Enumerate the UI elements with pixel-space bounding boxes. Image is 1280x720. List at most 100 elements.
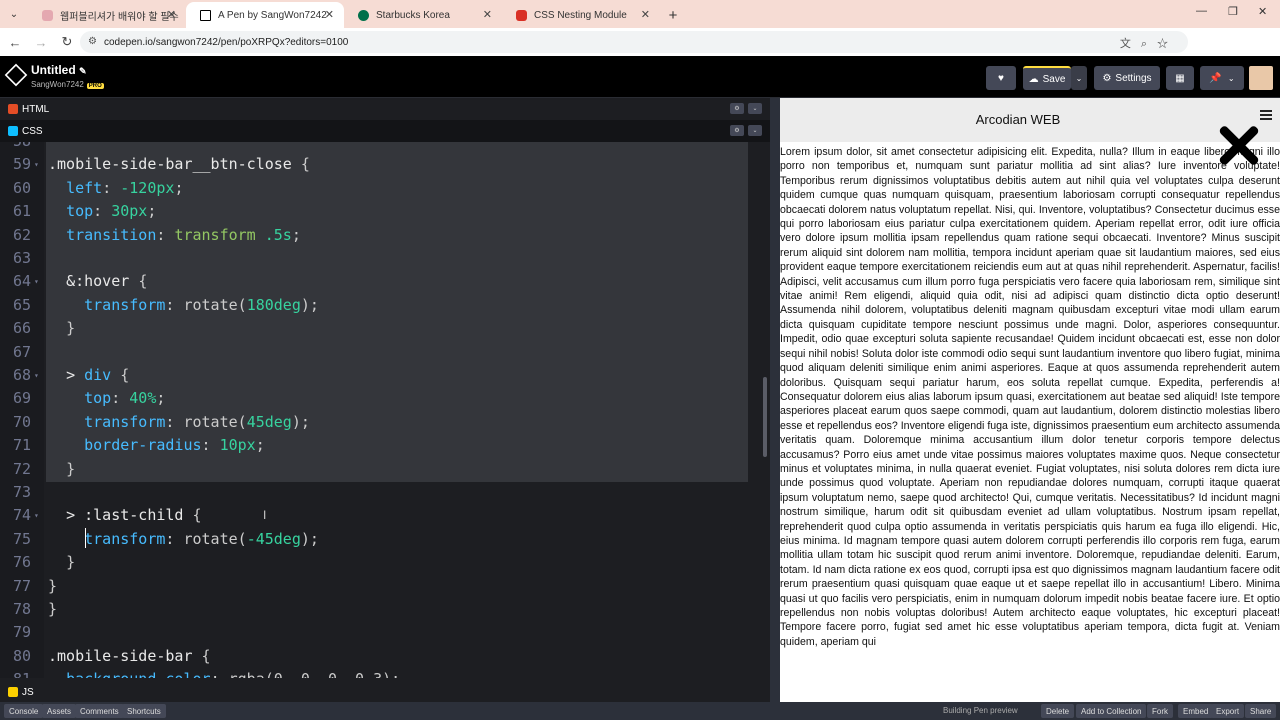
export-button[interactable]: Export [1211,704,1245,718]
code-text: transform: rotate(-45deg); [84,529,319,548]
js-icon [8,687,18,697]
code-line[interactable]: 72 } [0,458,760,481]
code-line[interactable]: 78} [0,598,760,621]
code-line[interactable]: 71 border-radius: 10px; [0,434,760,457]
zoom-icon[interactable]: ⌕ [1141,38,1157,50]
code-line[interactable]: 62 transition: transform .5s; [0,224,760,247]
code-text: } [66,319,76,338]
editor-scrollbar[interactable] [763,377,767,457]
code-line[interactable]: 76 } [0,551,760,574]
code-line[interactable]: 67 [0,341,760,364]
comments-button[interactable]: Comments [75,704,124,718]
css-code-area[interactable]: 5859▾.mobile-side-bar__btn-close {60 lef… [0,142,770,678]
code-line[interactable]: 69 top: 40%; [0,387,760,410]
codepen-footer: Console Assets Comments Shortcuts Buildi… [0,702,1280,720]
fork-button[interactable]: Fork [1147,704,1173,718]
tab-search-icon[interactable]: ⌄ [0,0,28,28]
code-line[interactable]: 64 ▾ &:hover { [0,270,760,293]
fold-arrow-icon[interactable]: ▾ [34,504,39,527]
reload-icon[interactable]: ↻ [56,34,78,50]
code-line[interactable]: 65 transform: rotate(180deg); [0,294,760,317]
preview-body-text: Lorem ipsum dolor, sit amet consectetur … [780,146,1280,648]
js-pane-label: JS [22,686,34,698]
code-line[interactable]: 74 ▾ > :last-child { [0,504,760,527]
forward-icon[interactable]: → [30,35,52,50]
code-line[interactable]: 63 [0,247,760,270]
shortcuts-button[interactable]: Shortcuts [122,704,166,718]
code-line[interactable]: 75 transform: rotate(-45deg); [0,528,760,551]
settings-button[interactable]: ⚙ Settings [1094,66,1160,90]
codepen-logo-icon[interactable] [4,63,28,87]
share-button[interactable]: Share [1245,704,1277,718]
css-pane-header[interactable]: CSS ⚙ ⌄ [0,120,770,142]
browser-tab[interactable]: 웹퍼블리셔가 배워야 할 필수 ✕ [28,2,186,28]
close-icon[interactable]: ✕ [167,8,176,21]
back-icon[interactable]: ← [4,35,26,50]
code-line[interactable]: 60 left: -120px; [0,177,760,200]
save-button[interactable]: ☁ Save [1023,66,1071,90]
avatar[interactable] [1249,66,1273,90]
browser-tab[interactable]: CSS Nesting Module ✕ [502,2,660,28]
pane-collapse-icon[interactable]: ⌄ [748,125,762,136]
code-line[interactable]: 79 [0,621,760,644]
console-button[interactable]: Console [4,704,44,718]
new-tab-icon[interactable]: + [660,2,686,28]
browser-tab[interactable]: Starbucks Korea ✕ [344,2,502,28]
pane-collapse-icon[interactable]: ⌄ [748,103,762,114]
save-options-dropdown[interactable]: ⌄ [1071,66,1087,90]
close-icon[interactable]: ✕ [325,8,334,21]
pane-settings-icon[interactable]: ⚙ [730,103,744,114]
pen-title[interactable]: Untitled ✎ [31,63,87,77]
delete-button[interactable]: Delete [1041,704,1075,718]
bookmark-star-icon[interactable]: ☆ [1157,38,1178,50]
site-info-icon[interactable]: ⚙ [88,36,97,47]
code-line[interactable]: 80 .mobile-side-bar { [0,645,760,668]
code-text: border-radius: 10px; [84,436,265,455]
assets-button[interactable]: Assets [42,704,77,718]
line-number: 61 [12,202,31,221]
love-button[interactable]: ♥ [986,66,1016,90]
code-line[interactable]: 68 ▾ > div { [0,364,760,387]
url-text: codepen.io/sangwon7242/pen/poXRPQx?edito… [104,36,349,48]
fold-arrow-icon[interactable]: ▾ [34,364,39,387]
close-x-icon[interactable] [1214,121,1264,171]
edit-pencil-icon[interactable]: ✎ [79,66,87,76]
code-line[interactable]: 77} [0,575,760,598]
restore-icon[interactable]: ❐ [1228,5,1238,18]
code-line[interactable]: 58 [0,142,760,153]
close-icon[interactable]: ✕ [641,8,650,21]
fold-arrow-icon[interactable]: ▾ [34,270,39,293]
code-line[interactable]: 81 background-color: rgba(0, 0, 0, 0.3); [0,668,760,678]
pane-settings-icon[interactable]: ⚙ [730,125,744,136]
code-line[interactable]: 66 } [0,317,760,340]
code-line[interactable]: 70 transform: rotate(45deg); [0,411,760,434]
pin-button[interactable]: 📌 ⌄ [1200,66,1244,90]
preview-top-bar: Arcodian WEB [780,98,1280,142]
code-line[interactable]: 59 ▾ .mobile-side-bar__btn-close { [0,153,760,176]
embed-button[interactable]: Embed [1178,704,1214,718]
code-line[interactable]: 73 [0,481,760,504]
line-number: 81 [0,668,31,678]
translate-icon[interactable]: 文 [1120,38,1141,50]
url-field[interactable]: ⚙ codepen.io/sangwon7242/pen/poXRPQx?edi… [80,31,1188,53]
line-number: 71 [12,436,31,455]
line-number: 58 [0,142,31,153]
code-text: .mobile-side-bar__btn-close { [48,155,310,174]
minimize-icon[interactable]: — [1196,5,1207,17]
code-text: } [66,459,76,478]
resize-divider[interactable] [770,98,780,704]
fold-arrow-icon[interactable]: ▾ [34,153,39,176]
mdn-favicon-icon [516,10,527,21]
line-number: 59 [12,155,31,174]
hamburger-menu-icon[interactable] [1260,110,1272,120]
window-close-icon[interactable]: ✕ [1258,5,1267,18]
line-number: 74 [12,506,31,525]
close-icon[interactable]: ✕ [483,8,492,21]
browser-tab-active[interactable]: A Pen by SangWon7242 ✕ [186,2,344,28]
pen-author[interactable]: SangWon7242 PRO [31,80,104,89]
js-pane-header[interactable]: JS [0,682,770,702]
add-to-collection-button[interactable]: Add to Collection [1076,704,1147,718]
change-view-button[interactable]: ▦ [1166,66,1194,90]
code-line[interactable]: 61 top: 30px; [0,200,760,223]
html-pane-header[interactable]: HTML ⚙ ⌄ [0,98,770,120]
